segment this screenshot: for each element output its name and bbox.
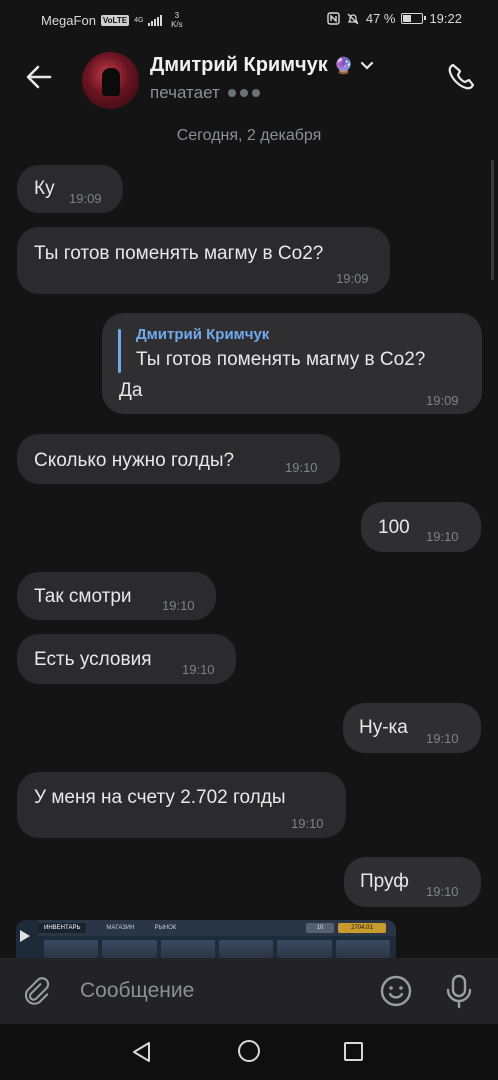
message-time: 19:10 [426, 529, 459, 544]
carrier-name: MegaFon [41, 12, 96, 28]
volte-badge: VoLTE [100, 14, 130, 26]
message-text: Есть условия [34, 649, 152, 670]
message-input[interactable] [70, 970, 360, 1012]
arrow-left-icon [26, 65, 52, 89]
smile-icon [380, 975, 412, 1007]
tab-inventory: ИНВЕНТАРЬ [38, 923, 87, 933]
typing-status: печатает [150, 83, 260, 103]
message-text: Пруф [360, 871, 409, 892]
nav-recents-button[interactable] [344, 1042, 363, 1061]
signal-icon [148, 14, 163, 26]
message-bubble-in[interactable]: У меня на счету 2.702 голды 19:10 [17, 772, 346, 838]
battery-icon [401, 13, 427, 24]
mute-bell-icon [347, 13, 359, 24]
message-text: Ну-ка [359, 717, 408, 738]
message-text: У меня на счету 2.702 голды [34, 787, 286, 808]
status-bar-left: MegaFon VoLTE 4G 3 K/s [41, 11, 183, 29]
image-attachment[interactable]: ИНВЕНТАРЬ МАГАЗИН РЫНОК 10 2704.01 [16, 920, 396, 960]
message-time: 19:10 [285, 460, 318, 475]
attach-button[interactable] [20, 974, 54, 1008]
message-bubble-out[interactable]: 100 19:10 [361, 502, 481, 552]
message-bubble-in[interactable]: Ку 19:09 [17, 165, 123, 213]
message-text: Ку [34, 178, 55, 199]
nav-home-button[interactable] [238, 1040, 260, 1062]
message-text: Ты готов поменять магму в Co2? [34, 243, 324, 264]
tab-market: РЫНОК [154, 925, 177, 931]
typing-dots-icon [227, 89, 260, 97]
clock: 19:22 [429, 11, 462, 26]
message-text: 100 [378, 517, 410, 538]
network-type: 4G [134, 16, 144, 24]
voice-message-button[interactable] [442, 972, 476, 1010]
phone-icon [448, 63, 475, 90]
speed-unit: K/s [171, 20, 183, 29]
inventory-items [38, 938, 396, 960]
crystal-ball-emoji: 🔮 [333, 57, 354, 75]
message-time: 19:09 [69, 191, 102, 206]
message-bubble-out[interactable]: Дмитрий Кримчук Ты готов поменять магму … [102, 313, 482, 414]
status-bar-right: 47 % 19:22 [327, 11, 462, 26]
system-nav-bar [0, 1024, 498, 1080]
message-bubble-in[interactable]: Сколько нужно голды? 19:10 [17, 434, 340, 484]
message-bubble-in[interactable]: Есть условия 19:10 [17, 634, 236, 684]
back-button[interactable] [20, 58, 58, 96]
reply-author: Дмитрий Кримчук [136, 326, 270, 343]
message-bubble-out[interactable]: Пруф 19:10 [344, 857, 481, 907]
date-separator: Сегодня, 2 декабря [176, 127, 322, 144]
message-time: 19:10 [182, 662, 215, 677]
network-speed: 3 K/s [171, 11, 183, 29]
message-bubble-in[interactable]: Ты готов поменять магму в Co2? 19:09 [17, 227, 390, 294]
message-bubble-in[interactable]: Так смотри 19:10 [17, 572, 216, 620]
typing-label: печатает [150, 83, 220, 102]
nav-back-button[interactable] [131, 1041, 153, 1068]
message-composer [0, 958, 498, 1024]
message-time: 19:09 [426, 393, 459, 408]
message-time: 19:10 [426, 731, 459, 746]
microphone-icon [446, 974, 472, 1009]
triangle-back-icon [133, 1042, 150, 1062]
message-time: 19:09 [336, 271, 369, 286]
message-time: 19:10 [291, 816, 324, 831]
message-time: 19:10 [162, 598, 195, 613]
scrollbar[interactable] [491, 160, 494, 280]
paperclip-icon [24, 977, 50, 1005]
play-icon [20, 930, 30, 942]
nfc-icon [327, 12, 340, 25]
battery-percent: 47 % [365, 11, 396, 26]
silver-balance: 10 [306, 923, 334, 933]
tab-shop: МАГАЗИН [106, 925, 135, 931]
reply-text: Ты готов поменять магму в Co2? [136, 349, 426, 370]
chevron-down-icon [360, 61, 373, 70]
gold-balance: 2704.01 [338, 923, 386, 933]
message-time: 19:10 [426, 884, 459, 899]
contact-title[interactable]: Дмитрий Кримчук 🔮 [150, 54, 374, 77]
avatar[interactable] [82, 52, 139, 109]
message-text: Да [119, 380, 143, 401]
contact-name: Дмитрий Кримчук [150, 54, 328, 76]
chat-header: Дмитрий Кримчук 🔮 печатает [0, 38, 498, 116]
speed-value: 3 [174, 11, 180, 20]
reply-quote-bar [118, 329, 121, 373]
status-bar: MegaFon VoLTE 4G 3 K/s 47 % 19:22 [0, 0, 498, 38]
call-button[interactable] [442, 58, 480, 96]
message-bubble-out[interactable]: Ну-ка 19:10 [343, 703, 481, 753]
message-text: Так смотри [34, 586, 132, 607]
message-text: Сколько нужно голды? [34, 450, 235, 471]
emoji-button[interactable] [378, 973, 414, 1009]
